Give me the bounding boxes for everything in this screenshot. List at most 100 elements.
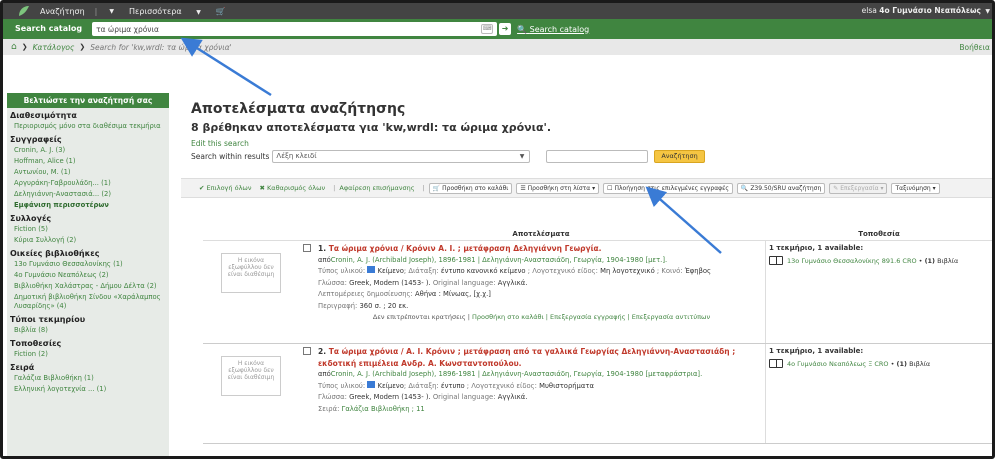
koha-logo-icon[interactable] [17,5,31,17]
browse-selected-button[interactable]: ☐ Πλοήγηση στις επιλεγμένες εγγραφές [603,182,733,194]
result-authors[interactable]: Cronin, A. J. (Archibald Joseph), 1896-1… [331,370,703,378]
results-toolbar: ✔ Επιλογή όλων ✖ Καθαρισμός όλων | Αφαίρ… [181,178,992,198]
facet-location-item[interactable]: Fiction (2) [7,349,169,360]
facet-home-library-item[interactable]: Βιβλιοθήκη Χαλάστρας - Δήμου Δέλτα (2) [7,281,169,292]
select-all-link[interactable]: ✔ Επιλογή όλων [199,184,252,192]
sort-label: Ταξινόμηση [895,184,931,192]
facet-availability-item[interactable]: Περιορισμός μόνο στα διαθέσιμα τεκμήρια [7,121,169,132]
holding-count: (1) [896,359,907,368]
results-table-header: Αποτελέσματα Τοποθεσία [203,228,992,241]
material-label: Τύπος υλικού: [318,267,366,275]
facet-author-item[interactable]: Αργυράκη-Γαβρουλάδη... (1) [7,178,169,189]
z3950-search-label: Z39.50/SRU αναζήτηση [750,184,822,192]
facet-collection-item[interactable]: Κύρια Συλλογή (2) [7,235,169,246]
holding-type: Βιβλία [909,359,931,368]
add-to-cart-label: Προσθήκη στο καλάθι [442,184,509,192]
result-title-link[interactable]: Τα ώριμα χρόνια / Κρόνιν Α. Ι. ; μετάφρα… [329,244,602,253]
content-label: Κοινό: [661,267,683,275]
material-label: Τύπος υλικού: [318,381,366,390]
result-title-link[interactable]: Τα ώριμα χρόνια / Α. Ι. Κρόνιν ; μετάφρα… [318,347,735,368]
add-to-list-button[interactable]: ☰ Προσθήκη στη λίστα ▾ [516,182,600,194]
holding-line: 13ο Γυμνάσιο Θεσσαλονίκης 891.6 CRO • (1… [769,256,992,265]
facet-item-type-item[interactable]: Βιβλία (8) [7,325,169,336]
language-label: Γλώσσα: [318,393,347,401]
material-value: Κείμενο [377,267,404,275]
select-checkbox[interactable] [303,241,316,343]
facet-series-item[interactable]: Ελληνική λογοτεχνία ... (1) [7,384,169,395]
cart-icon[interactable]: 🛒 [211,7,231,16]
result-by: από [318,370,331,378]
series-value[interactable]: Γαλάζια Βιβλιοθήκη ; 11 [342,405,425,413]
add-to-cart-button[interactable]: 🛒 Προσθήκη στο καλάθι [428,182,513,194]
record-actions[interactable]: Προσθήκη στο καλάθι | Επεξεργασία εγγραφ… [472,313,710,321]
nav-more[interactable]: Περισσότερα ▼ [119,7,211,16]
select-checkbox[interactable] [303,344,316,443]
result-authors[interactable]: Cronin, A. J. (Archibald Joseph), 1896-1… [331,256,667,264]
holding-library[interactable]: 13ο Γυμνάσιο Θεσσαλονίκης 891.6 CRO [787,257,917,265]
remove-highlight-link[interactable]: Αφαίρεση επισήμανσης [339,184,414,192]
search-within-select[interactable]: Λέξη κλειδί ▼ [272,150,531,163]
location-column-header: Τοποθεσία [858,230,900,238]
results-table: Αποτελέσματα Τοποθεσία Η εικόνα εξωφύλλο… [203,228,992,444]
search-submit-arrow-icon[interactable]: ➜ [499,23,512,35]
holding-count: (1) [924,256,936,265]
search-within-button[interactable]: Αναζήτηση [654,150,705,163]
publication-label: Λεπτομέρειες δημοσίευσης: [318,290,413,298]
facet-home-library-item[interactable]: 13ο Γυμνάσιο Θεσσαλονίκης (1) [7,259,169,270]
table-row: Η εικόνα εξωφύλλου δεν είναι διαθέσιμη 1… [203,241,992,344]
format-value: έντυπο [440,381,465,390]
search-within-label: Search within results [191,152,270,161]
facet-collections-title: Συλλογές [10,214,52,223]
help-link[interactable]: Βοήθεια [959,43,990,52]
facet-author-item[interactable]: Δεληγιάννη-Αναστασιά... (2) [7,189,169,200]
search-query-text: τα ώριμα χρόνια [96,24,159,34]
facet-home-library-item[interactable]: Δημοτική βιβλιοθήκη Σίνδου «Χαράλαμπος Λ… [7,292,169,312]
facet-author-item[interactable]: Αντωνίου, Μ. (1) [7,167,169,178]
search-within-select-value: Λέξη κλειδί [276,152,317,160]
page-title: Αποτελέσματα αναζήτησης [191,101,406,117]
nav-search-dropdown-icon[interactable]: ▼ [104,8,119,15]
app-frame: Αναζήτηση | ▼ Περισσότερα ▼ 🛒 elsa 4ο Γυ… [0,0,995,459]
facet-author-item[interactable]: Hoffman, Alice (1) [7,156,169,167]
result-body: 2. Τα ώριμα χρόνια / Α. Ι. Κρόνιν ; μετά… [316,344,766,443]
facet-authors-show-more[interactable]: Εμφάνιση περισσοτέρων [7,200,169,211]
top-navbar: Αναζήτηση | ▼ Περισσότερα ▼ 🛒 elsa 4ο Γυ… [3,3,992,19]
description-value: 360 σ. ; 20 εκ. [359,301,409,310]
holding-type: Βιβλία [937,256,959,265]
keyboard-icon[interactable]: ⌨ [481,24,494,34]
clear-all-link[interactable]: ✖ Καθαρισμός όλων [260,184,326,192]
add-to-list-label: Προσθήκη στη λίστα [527,184,591,192]
material-value: Κείμενο [377,381,404,390]
nav-search[interactable]: Αναζήτηση [35,7,90,16]
user-name: elsa [861,6,877,15]
search-catalog-tab[interactable]: Search catalog [3,19,93,39]
home-icon[interactable]: ⌂ [11,42,17,52]
search-within-input[interactable] [546,150,649,163]
breadcrumb-catalog[interactable]: Κατάλογος [33,43,75,52]
facet-author-item[interactable]: Cronin, A. J. (3) [7,145,169,156]
select-all-label: Επιλογή όλων [206,184,252,192]
facet-collection-item[interactable]: Fiction (5) [7,224,169,235]
result-by: από [318,255,331,264]
holding-library[interactable]: 4ο Γυμνάσιο Νεαπόλεως Ξ CRO [787,360,889,368]
result-number: 1. [318,244,327,253]
facet-series-item[interactable]: Γαλάζια Βιβλιοθήκη (1) [7,373,169,384]
results-header: Αποτελέσματα αναζήτησης 8 βρέθηκαν αποτε… [191,101,705,163]
breadcrumb-separator: ❯ [21,43,28,51]
genre-value: Μυθιστορήματα [539,381,594,390]
search-input[interactable]: τα ώριμα χρόνια ⌨ [92,22,498,36]
facets-sidebar: Βελτιώστε την αναζήτησή σας Διαθεσιμότητ… [7,93,169,456]
user-menu[interactable]: elsa 4ο Γυμνάσιο Νεαπόλεως ▼ [862,6,990,15]
edit-search-link[interactable]: Edit this search [191,139,705,148]
search-catalog-link[interactable]: 🔍 Search catalog [517,25,589,34]
sort-button[interactable]: Ταξινόμηση ▾ [891,182,940,194]
book-icon [367,266,376,273]
facet-series-title: Σειρά [10,363,35,372]
z3950-search-button[interactable]: 🔍 Z39.50/SRU αναζήτηση [736,182,826,194]
cover-placeholder: Η εικόνα εξωφύλλου δεν είναι διαθέσιμη [221,356,281,396]
breadcrumb-search-label: Search [90,42,117,52]
edit-button[interactable]: ✎ Επεξεργασία ▾ [829,182,888,194]
table-row: Η εικόνα εξωφύλλου δεν είναι διαθέσιμη 2… [203,344,992,444]
facet-home-library-item[interactable]: 4ο Γυμνάσιο Νεαπόλεως (2) [7,270,169,281]
format-label: Διάταξη: [408,381,439,390]
